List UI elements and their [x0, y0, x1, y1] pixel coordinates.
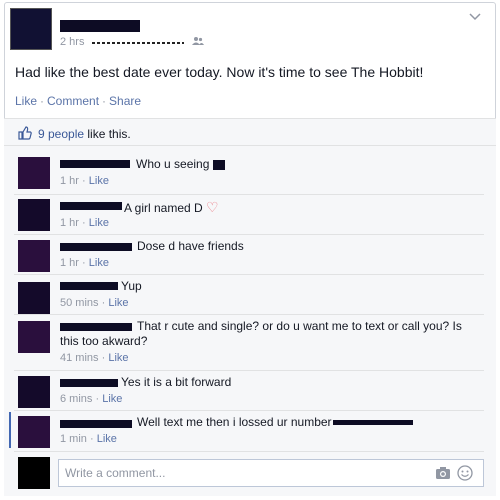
comment-text: Who u seeing — [136, 157, 225, 171]
comment-divider — [14, 194, 484, 195]
comment-avatar[interactable] — [18, 199, 50, 231]
likes-bar: 9 people like this. — [4, 118, 496, 146]
post-actions: Like · Comment · Share — [15, 94, 142, 108]
comment-like-link[interactable]: Like — [89, 257, 109, 269]
commenter-name-redacted — [60, 323, 132, 331]
comment-avatar[interactable] — [18, 157, 50, 189]
comment-like-link[interactable]: Like — [102, 393, 122, 405]
comment-text-continued: this too akward? — [60, 334, 148, 348]
like-link[interactable]: Like — [15, 94, 37, 108]
comment-avatar[interactable] — [18, 282, 50, 314]
comment-like-link[interactable]: Like — [108, 352, 128, 364]
smiley-icon[interactable] — [457, 465, 473, 481]
post-status-text: Had like the best date ever today. Now i… — [15, 64, 424, 80]
likes-count-link[interactable]: 9 people — [38, 127, 84, 141]
commenter-name-redacted — [60, 160, 130, 168]
thumbs-up-icon — [18, 126, 32, 140]
comment-divider — [14, 451, 484, 452]
share-link[interactable]: Share — [109, 94, 141, 108]
comment-input[interactable] — [59, 460, 419, 486]
friends-audience-icon[interactable] — [192, 36, 204, 46]
comment-meta: 50 mins · Like — [60, 297, 129, 309]
post-location-redacted — [92, 42, 184, 44]
comment-text: A girl named D ♡ — [124, 199, 219, 215]
comment-like-link[interactable]: Like — [108, 297, 128, 309]
comment-like-link[interactable]: Like — [97, 433, 117, 445]
comment-like-link[interactable]: Like — [89, 217, 109, 229]
comment-meta: 1 hr · Like — [60, 217, 109, 229]
commenter-name-redacted — [60, 379, 118, 387]
commenter-name-redacted — [60, 282, 118, 290]
comment-avatar[interactable] — [18, 240, 50, 272]
commenter-name-redacted — [60, 243, 132, 251]
heart-emoji-icon: ♡ — [206, 199, 219, 215]
current-user-avatar — [18, 457, 50, 489]
commenter-name-redacted — [60, 420, 132, 428]
chevron-down-icon[interactable] — [469, 13, 481, 21]
comment-text: Well text me then i lossed ur number — [137, 415, 332, 429]
comment-divider — [14, 410, 484, 411]
comment-meta: 6 mins · Like — [60, 393, 123, 405]
comment-divider — [14, 234, 484, 235]
new-comment-indicator — [9, 412, 11, 448]
comment-text: Yup — [121, 279, 142, 293]
comment-meta: 1 min · Like — [60, 433, 117, 445]
comment-text: That r cute and single? or do u want me … — [137, 319, 462, 333]
comment-link[interactable]: Comment — [47, 94, 99, 108]
comment-divider — [14, 274, 484, 275]
comment-text: Yes it is a bit forward — [121, 375, 232, 389]
comment-divider — [14, 314, 484, 315]
comment-meta: 41 mins · Like — [60, 352, 129, 364]
post-timestamp[interactable]: 2 hrs — [60, 36, 84, 48]
commenter-name-redacted — [60, 202, 122, 210]
comment-avatar[interactable] — [18, 416, 50, 448]
post-author-name-redacted — [60, 20, 140, 32]
post-author-avatar[interactable] — [10, 8, 52, 50]
comment-like-link[interactable]: Like — [89, 175, 109, 187]
comment-text: Dose d have friends — [137, 239, 244, 253]
comment-avatar[interactable] — [18, 321, 50, 353]
camera-icon[interactable] — [435, 466, 451, 480]
comment-avatar[interactable] — [18, 376, 50, 408]
comment-divider — [14, 370, 484, 371]
comment-composer[interactable] — [58, 459, 484, 487]
phone-number-redacted — [333, 420, 413, 425]
comment-meta: 1 hr · Like — [60, 257, 109, 269]
comment-meta: 1 hr · Like — [60, 175, 109, 187]
redacted-name-block — [212, 159, 225, 170]
likes-summary: 9 people like this. — [38, 127, 131, 141]
